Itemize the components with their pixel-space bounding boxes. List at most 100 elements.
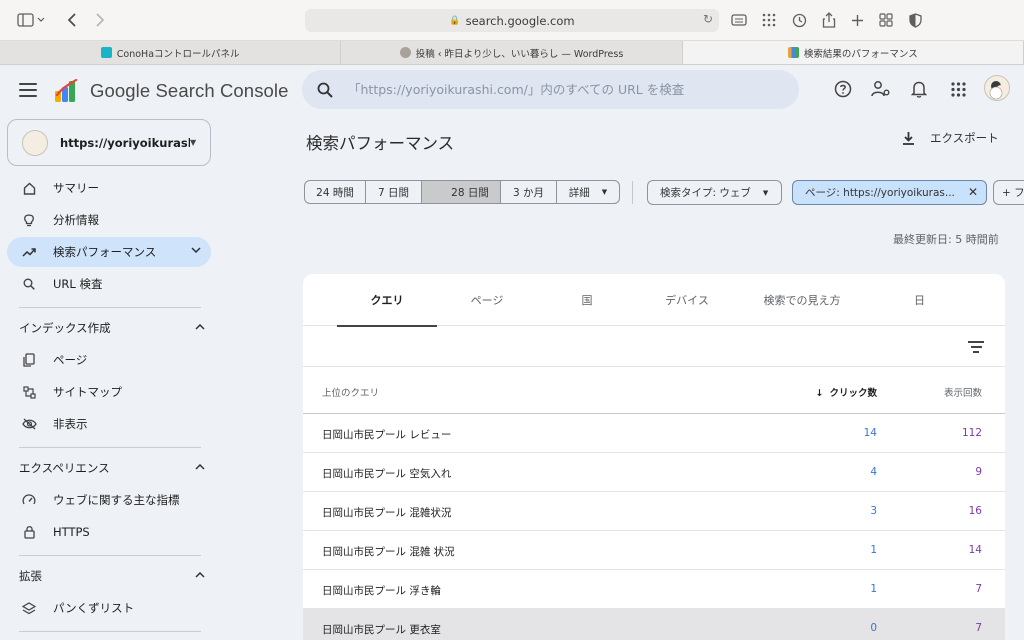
download-icon <box>900 131 916 145</box>
chevron-up-icon <box>195 323 205 333</box>
sidebar-item-label: URL 検査 <box>53 277 103 291</box>
query-cell: 日岡山市民プール 浮き輪 <box>322 585 441 597</box>
table-row[interactable]: 日岡山市民プール 混雑 状況 1 14 <box>303 531 1005 570</box>
tab-search-appearance[interactable]: 検索での見え方 <box>737 274 867 326</box>
chevron-up-icon <box>195 463 205 473</box>
browser-tab-wordpress[interactable]: 投稿 ‹ 昨日より少し、いい暮らし — WordPress <box>341 41 683 64</box>
clicks-cell: 4 <box>870 466 877 478</box>
lock-icon <box>20 525 38 539</box>
header-impressions[interactable]: 表示回数 <box>944 385 982 399</box>
history-icon[interactable] <box>790 9 808 31</box>
add-filter-label: + フ <box>1002 187 1024 199</box>
section-indexing[interactable]: インデックス作成 <box>19 317 205 339</box>
clicks-cell: 1 <box>870 583 877 595</box>
browser-tab-search-console[interactable]: 検索結果のパフォーマンス <box>682 41 1024 64</box>
sidebar: https://yoriyoikurashi.... ▼ サマリー 分析情報 検… <box>0 114 220 640</box>
sitemap-icon <box>20 385 38 399</box>
app-header: Google Search Console <box>0 66 1024 114</box>
site-favicon-icon <box>399 47 411 58</box>
privacy-shield-icon[interactable] <box>906 9 924 31</box>
tab-overview-icon[interactable] <box>877 9 895 31</box>
browser-tab-label: ConoHaコントロールパネル <box>116 48 240 60</box>
close-icon[interactable]: ✕ <box>968 185 978 199</box>
query-cell: 日岡山市民プール 更衣室 <box>322 624 441 636</box>
chevron-down-icon[interactable] <box>191 246 201 256</box>
url-inspect-search[interactable] <box>302 70 799 109</box>
sidebar-item-core-web-vitals[interactable]: ウェブに関する主な指標 <box>7 485 211 515</box>
clicks-cell: 1 <box>870 544 877 556</box>
url-inspect-input[interactable] <box>348 82 799 97</box>
sidebar-item-pages[interactable]: ページ <box>7 345 211 375</box>
date-range-3m[interactable]: 3 か月 <box>501 181 557 203</box>
section-experience[interactable]: エクスペリエンス <box>19 457 205 479</box>
sidebar-item-label: ウェブに関する主な指標 <box>53 493 180 507</box>
sidebar-item-overview[interactable]: サマリー <box>7 173 211 203</box>
notifications-icon[interactable] <box>908 78 930 100</box>
table-row[interactable]: 日岡山市民プール レビュー 14 112 <box>303 414 1005 453</box>
browser-tab-label: 投稿 ‹ 昨日より少し、いい暮らし — WordPress <box>415 48 624 60</box>
sidebar-divider <box>19 447 201 448</box>
page-filter-chip[interactable]: ページ: https://yoriyoikuras... ✕ <box>792 180 987 205</box>
table-row[interactable]: 日岡山市民プール 空気入れ 4 9 <box>303 453 1005 492</box>
sidebar-item-https[interactable]: HTTPS <box>7 517 211 547</box>
speedometer-icon <box>20 494 38 506</box>
tab-countries[interactable]: 国 <box>537 274 637 326</box>
sidebar-item-breadcrumbs[interactable]: パンくずリスト <box>7 593 211 623</box>
browser-tab-bar: ConoHaコントロールパネル 投稿 ‹ 昨日より少し、いい暮らし — Word… <box>0 41 1024 65</box>
clicks-cell: 3 <box>870 505 877 517</box>
forward-icon[interactable] <box>90 9 110 31</box>
account-avatar[interactable] <box>984 75 1010 101</box>
query-cell: 日岡山市民プール 混雑 状況 <box>322 546 455 558</box>
date-range-custom[interactable]: 詳細 ▼ <box>557 181 619 203</box>
sidebar-item-label: ページ <box>53 353 88 367</box>
export-button[interactable]: エクスポート <box>900 130 999 146</box>
table-row[interactable]: 日岡山市民プール 更衣室 0 7 <box>303 609 1005 640</box>
search-type-filter[interactable]: 検索タイプ: ウェブ ▼ <box>647 180 782 205</box>
address-bar[interactable]: 🔒 search.google.com ↻ <box>305 9 719 32</box>
table-row[interactable]: 日岡山市民プール 混雑状況 3 16 <box>303 492 1005 531</box>
property-selector[interactable]: https://yoriyoikurashi.... ▼ <box>7 119 211 166</box>
sidebar-divider <box>19 307 201 308</box>
browser-tab-conoha[interactable]: ConoHaコントロールパネル <box>0 41 342 64</box>
clicks-cell: 14 <box>863 427 877 439</box>
help-icon[interactable] <box>832 78 854 100</box>
header-clicks[interactable]: ↓ クリック数 <box>816 385 877 399</box>
filter-icon[interactable] <box>968 340 984 354</box>
tab-devices[interactable]: デバイス <box>637 274 737 326</box>
table-row[interactable]: 日岡山市民プール 浮き輪 1 7 <box>303 570 1005 609</box>
sidebar-item-sitemaps[interactable]: サイトマップ <box>7 377 211 407</box>
back-icon[interactable] <box>62 9 82 31</box>
manage-users-icon[interactable] <box>870 78 892 100</box>
dimension-tabs: クエリ ページ 国 デバイス 検索での見え方 日 <box>303 274 1005 327</box>
caret-down-icon: ▼ <box>601 188 608 196</box>
date-range-7d[interactable]: 7 日間 <box>366 181 422 203</box>
tab-pages[interactable]: ページ <box>437 274 537 326</box>
filter-divider <box>632 181 633 204</box>
browser-tab-label: 検索結果のパフォーマンス <box>803 48 918 60</box>
conoha-favicon-icon <box>100 47 112 58</box>
reload-icon[interactable]: ↻ <box>703 12 713 26</box>
extensions-grid-icon[interactable] <box>760 9 778 31</box>
new-tab-icon[interactable] <box>848 9 866 31</box>
section-enhancements[interactable]: 拡張 <box>19 565 205 587</box>
date-range-28d[interactable]: 28 日間 <box>422 181 501 203</box>
date-range-24h[interactable]: 24 時間 <box>305 181 366 203</box>
share-icon[interactable] <box>820 9 838 31</box>
lock-icon: 🔒 <box>449 15 461 26</box>
sidebar-item-url-inspection[interactable]: URL 検査 <box>7 269 211 299</box>
tab-dates[interactable]: 日 <box>867 274 972 326</box>
sidebar-item-label: 検索パフォーマンス <box>53 245 157 259</box>
sidebar-item-insights[interactable]: 分析情報 <box>7 205 211 235</box>
tab-queries[interactable]: クエリ <box>337 274 437 327</box>
search-type-label: 検索タイプ: ウェブ <box>660 187 751 199</box>
address-text: search.google.com <box>465 13 575 28</box>
last-updated: 最終更新日: 5 時間前 <box>893 233 999 246</box>
add-filter-button[interactable]: + フ <box>993 180 1024 205</box>
reader-icon[interactable] <box>730 9 748 31</box>
apps-grid-icon[interactable] <box>947 78 969 100</box>
sidebar-item-performance[interactable]: 検索パフォーマンス <box>7 237 211 267</box>
main-menu-icon[interactable] <box>18 80 38 100</box>
sidebar-item-label: HTTPS <box>53 525 90 539</box>
sidebar-item-removals[interactable]: 非表示 <box>7 409 211 439</box>
sidebar-toggle-icon[interactable] <box>14 9 48 31</box>
